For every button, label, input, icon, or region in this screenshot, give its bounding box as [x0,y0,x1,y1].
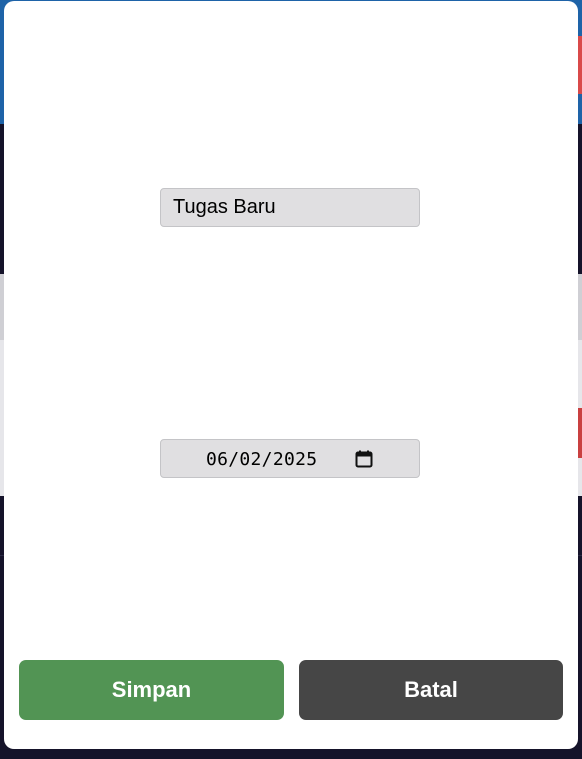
calendar-icon[interactable] [355,450,373,468]
task-title-input[interactable] [161,189,419,226]
cancel-button[interactable]: Batal [299,660,563,720]
save-button[interactable]: Simpan [19,660,284,720]
due-date-field[interactable]: 06/02/2025 [160,439,420,478]
due-date-value[interactable]: 06/02/2025 [206,449,317,470]
task-title-field[interactable] [160,188,420,227]
edit-task-modal: 06/02/2025 Simpan Batal [4,1,578,749]
